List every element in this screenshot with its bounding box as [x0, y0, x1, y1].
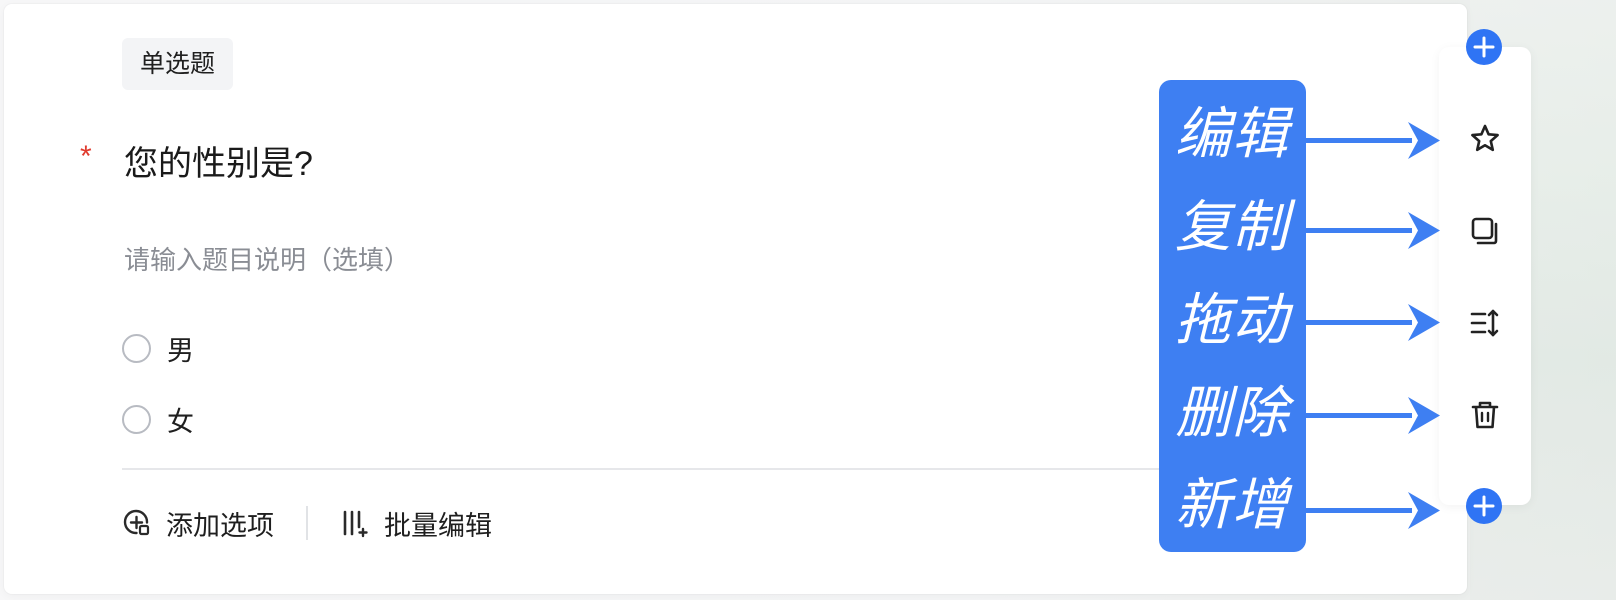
plus-circle-icon [1473, 495, 1495, 517]
copy-button[interactable] [1463, 209, 1507, 253]
star-icon [1471, 124, 1499, 152]
annotation-label-delete: 删除 [1175, 381, 1289, 444]
footer-actions: 添加选项 批量编辑 [122, 503, 492, 543]
trash-icon [1471, 401, 1499, 429]
option-label: 女 [167, 406, 194, 437]
question-title[interactable]: 您的性别是? [124, 136, 313, 185]
question-description-input[interactable]: 请输入题目说明（选填） [124, 240, 410, 277]
add-question-above-button[interactable] [1466, 29, 1502, 65]
annotation-label-edit: 编辑 [1175, 102, 1289, 165]
add-option-label: 添加选项 [166, 510, 274, 541]
drag-sort-button[interactable] [1463, 301, 1507, 345]
radio-button[interactable] [122, 333, 151, 363]
add-option-button[interactable]: 添加选项 [122, 504, 274, 543]
drag-sort-icon [1470, 309, 1499, 337]
option-label: 男 [167, 335, 194, 366]
batch-edit-label: 批量编辑 [384, 510, 492, 541]
batch-edit-button[interactable]: 批量编辑 [340, 504, 492, 543]
annotation-label-copy: 复制 [1175, 195, 1289, 258]
plus-circle-icon [1473, 36, 1495, 58]
required-asterisk: * [80, 140, 92, 173]
favorite-button[interactable] [1463, 117, 1507, 161]
radio-button[interactable] [122, 404, 151, 434]
delete-button[interactable] [1463, 393, 1507, 437]
copy-icon [1471, 217, 1498, 245]
separator [306, 506, 308, 540]
annotation-label-drag: 拖动 [1175, 288, 1289, 351]
annotation-label-add: 新增 [1175, 473, 1289, 536]
option-female[interactable]: 女 [122, 401, 194, 437]
divider [122, 468, 1162, 470]
question-type-tag: 单选题 [122, 38, 234, 90]
add-question-below-button[interactable] [1466, 488, 1502, 524]
option-male[interactable]: 男 [122, 330, 194, 366]
batch-edit-icon [340, 508, 370, 538]
add-option-icon [122, 508, 152, 538]
